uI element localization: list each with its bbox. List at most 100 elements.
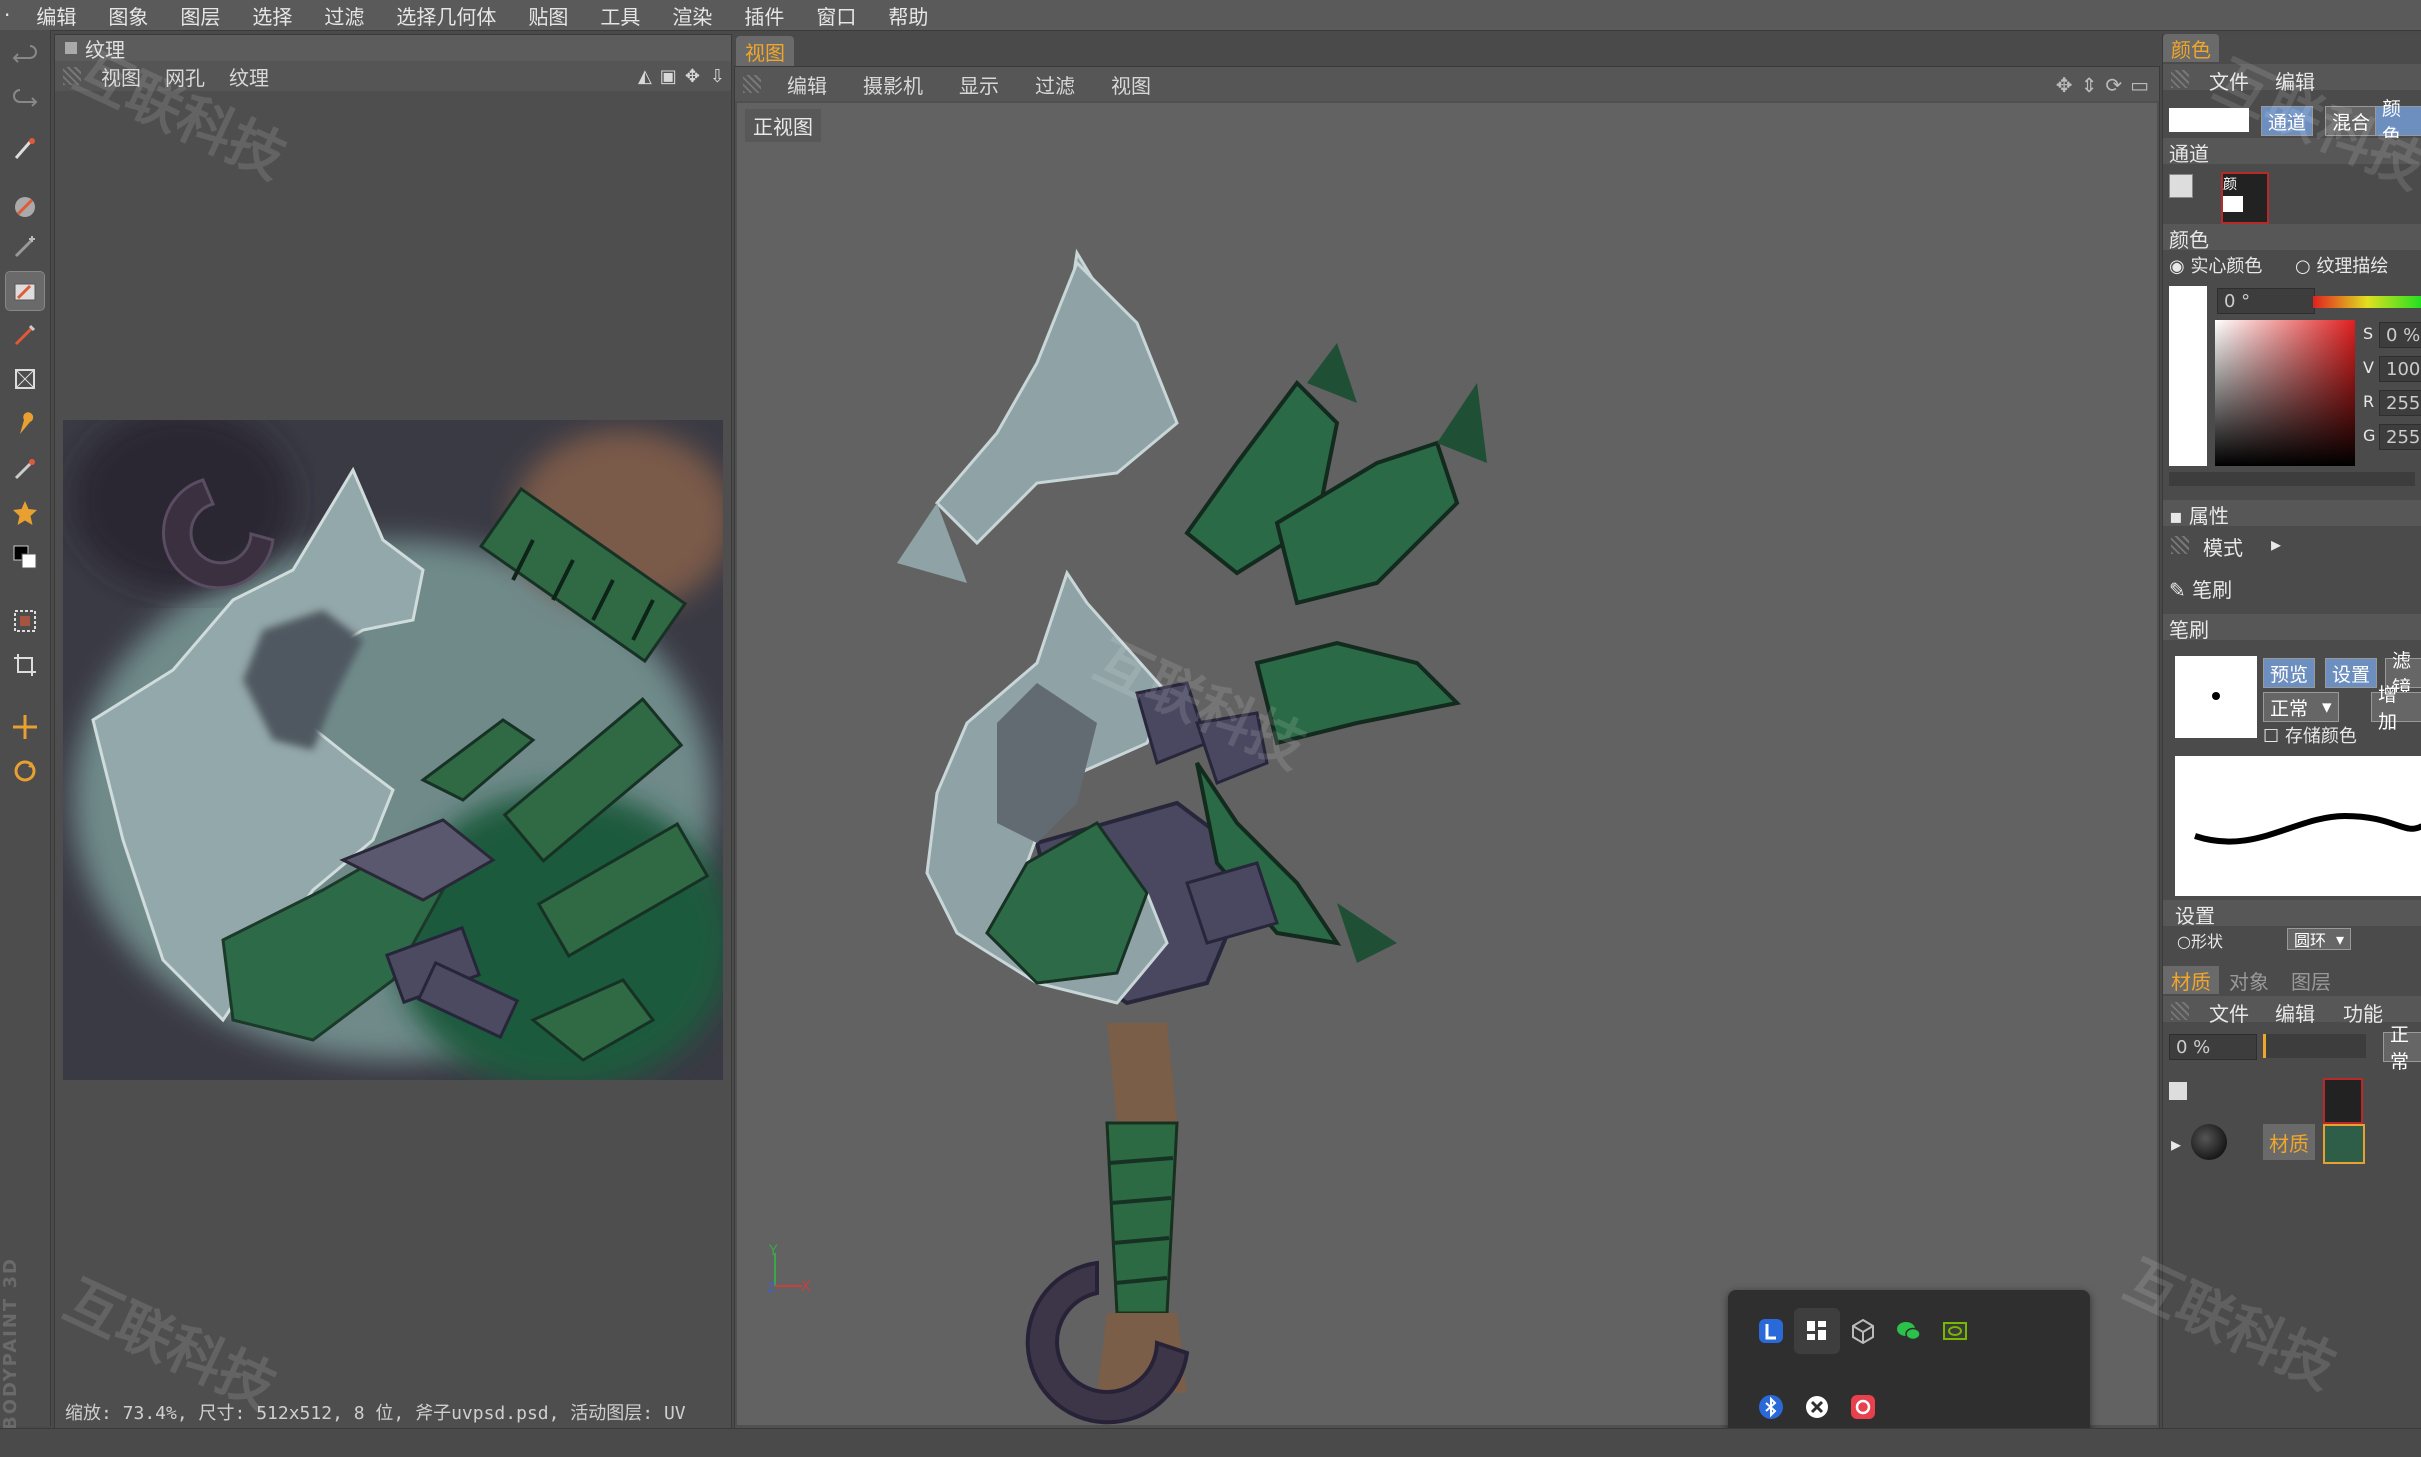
zoom-icon[interactable]: ⇕	[2081, 73, 2098, 97]
radio-texture[interactable]: ○ 纹理描绘	[2295, 252, 2388, 278]
pan-icon[interactable]: ✥	[2056, 73, 2073, 97]
menu-window[interactable]: 窗口	[800, 1, 872, 30]
bluetooth-icon[interactable]	[1748, 1384, 1794, 1430]
brush-tab-settings[interactable]: 设置	[2325, 658, 2378, 688]
opacity-slider[interactable]	[2263, 1034, 2366, 1058]
wechat-icon[interactable]	[1886, 1308, 1932, 1354]
material-texture-thumb[interactable]	[2323, 1124, 2365, 1164]
channel-thumb[interactable]: 颜	[2221, 172, 2269, 224]
radio-solid[interactable]: ◉ 实心颜色	[2169, 252, 2262, 278]
maximize-icon[interactable]: ▭	[2130, 73, 2149, 97]
s-field[interactable]: 0 %	[2379, 322, 2421, 348]
nvidia-icon[interactable]	[1932, 1308, 1978, 1354]
menu-select[interactable]: 选择	[236, 1, 308, 30]
layer-swatch[interactable]	[2169, 1082, 2187, 1100]
app-red-icon[interactable]	[1840, 1384, 1886, 1430]
brush-tab-preview[interactable]: 预览	[2263, 658, 2316, 688]
layer-thumb[interactable]	[2323, 1078, 2363, 1124]
star-icon[interactable]	[6, 494, 44, 532]
brush-stroke-preview	[2175, 756, 2421, 896]
brush-preview[interactable]	[2175, 656, 2257, 738]
mesh-transform-icon[interactable]	[6, 360, 44, 398]
tab-material[interactable]: 材质	[2163, 966, 2219, 994]
brush-mode-value: 正常	[2270, 697, 2309, 720]
orbit-icon[interactable]: ⟳	[2105, 73, 2122, 97]
redo-icon[interactable]	[6, 82, 44, 120]
menu-select-geometry[interactable]: 选择几何体	[380, 1, 512, 30]
texture-menu-mesh[interactable]: 网孔	[153, 62, 217, 91]
mode-tab-color[interactable]: 颜色	[2375, 98, 2421, 147]
menu-plugins[interactable]: 插件	[728, 1, 800, 30]
paint-brush-icon[interactable]	[5, 271, 45, 311]
store-color-checkbox[interactable]: ☐ 存储颜色	[2263, 722, 2357, 748]
tab-color[interactable]: 颜色	[2163, 34, 2219, 62]
menu-help[interactable]: 帮助	[872, 1, 944, 30]
menu-image[interactable]: 图象	[92, 1, 164, 30]
paint-setup-icon[interactable]	[6, 130, 44, 168]
smudge-icon[interactable]	[6, 406, 44, 444]
brush-tool-label: 笔刷	[2192, 578, 2233, 602]
menu-edit[interactable]: 编辑	[20, 1, 92, 30]
v-field[interactable]: 100	[2379, 356, 2421, 382]
viewport-menu-view[interactable]: 视图	[1093, 70, 1169, 99]
material-menu-function[interactable]: 功能	[2343, 998, 2383, 1027]
download-icon[interactable]: ⇩	[704, 66, 731, 87]
menu-filter[interactable]: 过滤	[308, 1, 380, 30]
menu-layer[interactable]: 图层	[164, 1, 236, 30]
channel-swatch[interactable]	[2169, 174, 2193, 198]
viewport-menu-camera[interactable]: 摄影机	[845, 70, 941, 99]
hue-slider[interactable]	[2313, 296, 2421, 308]
pan-icon[interactable]: ✥	[681, 66, 704, 87]
viewport-menu-edit[interactable]: 编辑	[769, 70, 845, 99]
material-name-cell[interactable]: 材质	[2263, 1124, 2315, 1160]
app-grid-icon[interactable]	[1794, 1308, 1840, 1354]
viewport-3d[interactable]: 正视图 Y X Z	[737, 103, 2157, 1425]
color-swatch-icon[interactable]	[6, 538, 44, 576]
material-menu-file[interactable]: 文件	[2209, 998, 2249, 1027]
mode-arrow-icon[interactable]: ▸	[2271, 532, 2281, 556]
texture-menu-texture[interactable]: 纹理	[217, 62, 281, 91]
pencil-icon[interactable]	[6, 316, 44, 354]
viewport-menu-filter[interactable]: 过滤	[1017, 70, 1093, 99]
hue-field[interactable]: 0 °	[2217, 288, 2315, 314]
texture-canvas[interactable]	[63, 420, 723, 1080]
menu-texture[interactable]: 贴图	[512, 1, 584, 30]
mode-tab-mix[interactable]: 混合	[2325, 106, 2378, 136]
material-menu-edit[interactable]: 编辑	[2275, 998, 2315, 1027]
texture-menu-view[interactable]: 视图	[89, 62, 153, 91]
select-rect-icon[interactable]	[6, 602, 44, 640]
viewport-menu-display[interactable]: 显示	[941, 70, 1017, 99]
r-field[interactable]: 255	[2379, 390, 2421, 416]
rotate-icon[interactable]	[6, 752, 44, 790]
magic-wand-icon[interactable]	[6, 228, 44, 266]
saturation-value-picker[interactable]	[2215, 320, 2355, 466]
expand-arrow-icon[interactable]: ▸	[2171, 1132, 2181, 1156]
color-menu-edit[interactable]: 编辑	[2275, 66, 2315, 95]
undo-icon[interactable]	[6, 38, 44, 76]
disconnect-icon[interactable]	[1794, 1384, 1840, 1430]
eyedropper-icon[interactable]	[6, 450, 44, 488]
color-menu-file[interactable]: 文件	[2209, 66, 2249, 95]
histogram-icon[interactable]: ◭	[634, 66, 656, 87]
brush-mode-select[interactable]: 正常 ▾	[2263, 692, 2339, 722]
g-field[interactable]: 255	[2379, 424, 2421, 450]
lock-icon[interactable]: ▣	[656, 66, 681, 87]
tab-viewport[interactable]: 视图	[736, 36, 794, 66]
tab-object[interactable]: 对象	[2221, 966, 2277, 994]
tab-layer[interactable]: 图层	[2283, 966, 2339, 994]
menu-tools[interactable]: 工具	[584, 1, 656, 30]
opacity-field[interactable]: 0 %	[2169, 1034, 2257, 1060]
blend-mode-select[interactable]: 正常	[2383, 1024, 2421, 1073]
app-l-icon[interactable]	[1748, 1308, 1794, 1354]
app-cube-icon[interactable]	[1840, 1308, 1886, 1354]
mode-tab-channel[interactable]: 通道	[2261, 106, 2314, 136]
mode-menu[interactable]: 模式	[2203, 532, 2243, 561]
brush-add-button[interactable]: 增加	[2371, 684, 2421, 733]
menu-render[interactable]: 渲染	[656, 1, 728, 30]
shape-select[interactable]: 圆环 ▾	[2287, 928, 2352, 950]
material-sphere[interactable]	[2191, 1124, 2227, 1160]
move-icon[interactable]	[6, 708, 44, 746]
color-scrollbar[interactable]	[2169, 472, 2415, 486]
crop-icon[interactable]	[6, 646, 44, 684]
projection-paint-icon[interactable]	[6, 188, 44, 226]
